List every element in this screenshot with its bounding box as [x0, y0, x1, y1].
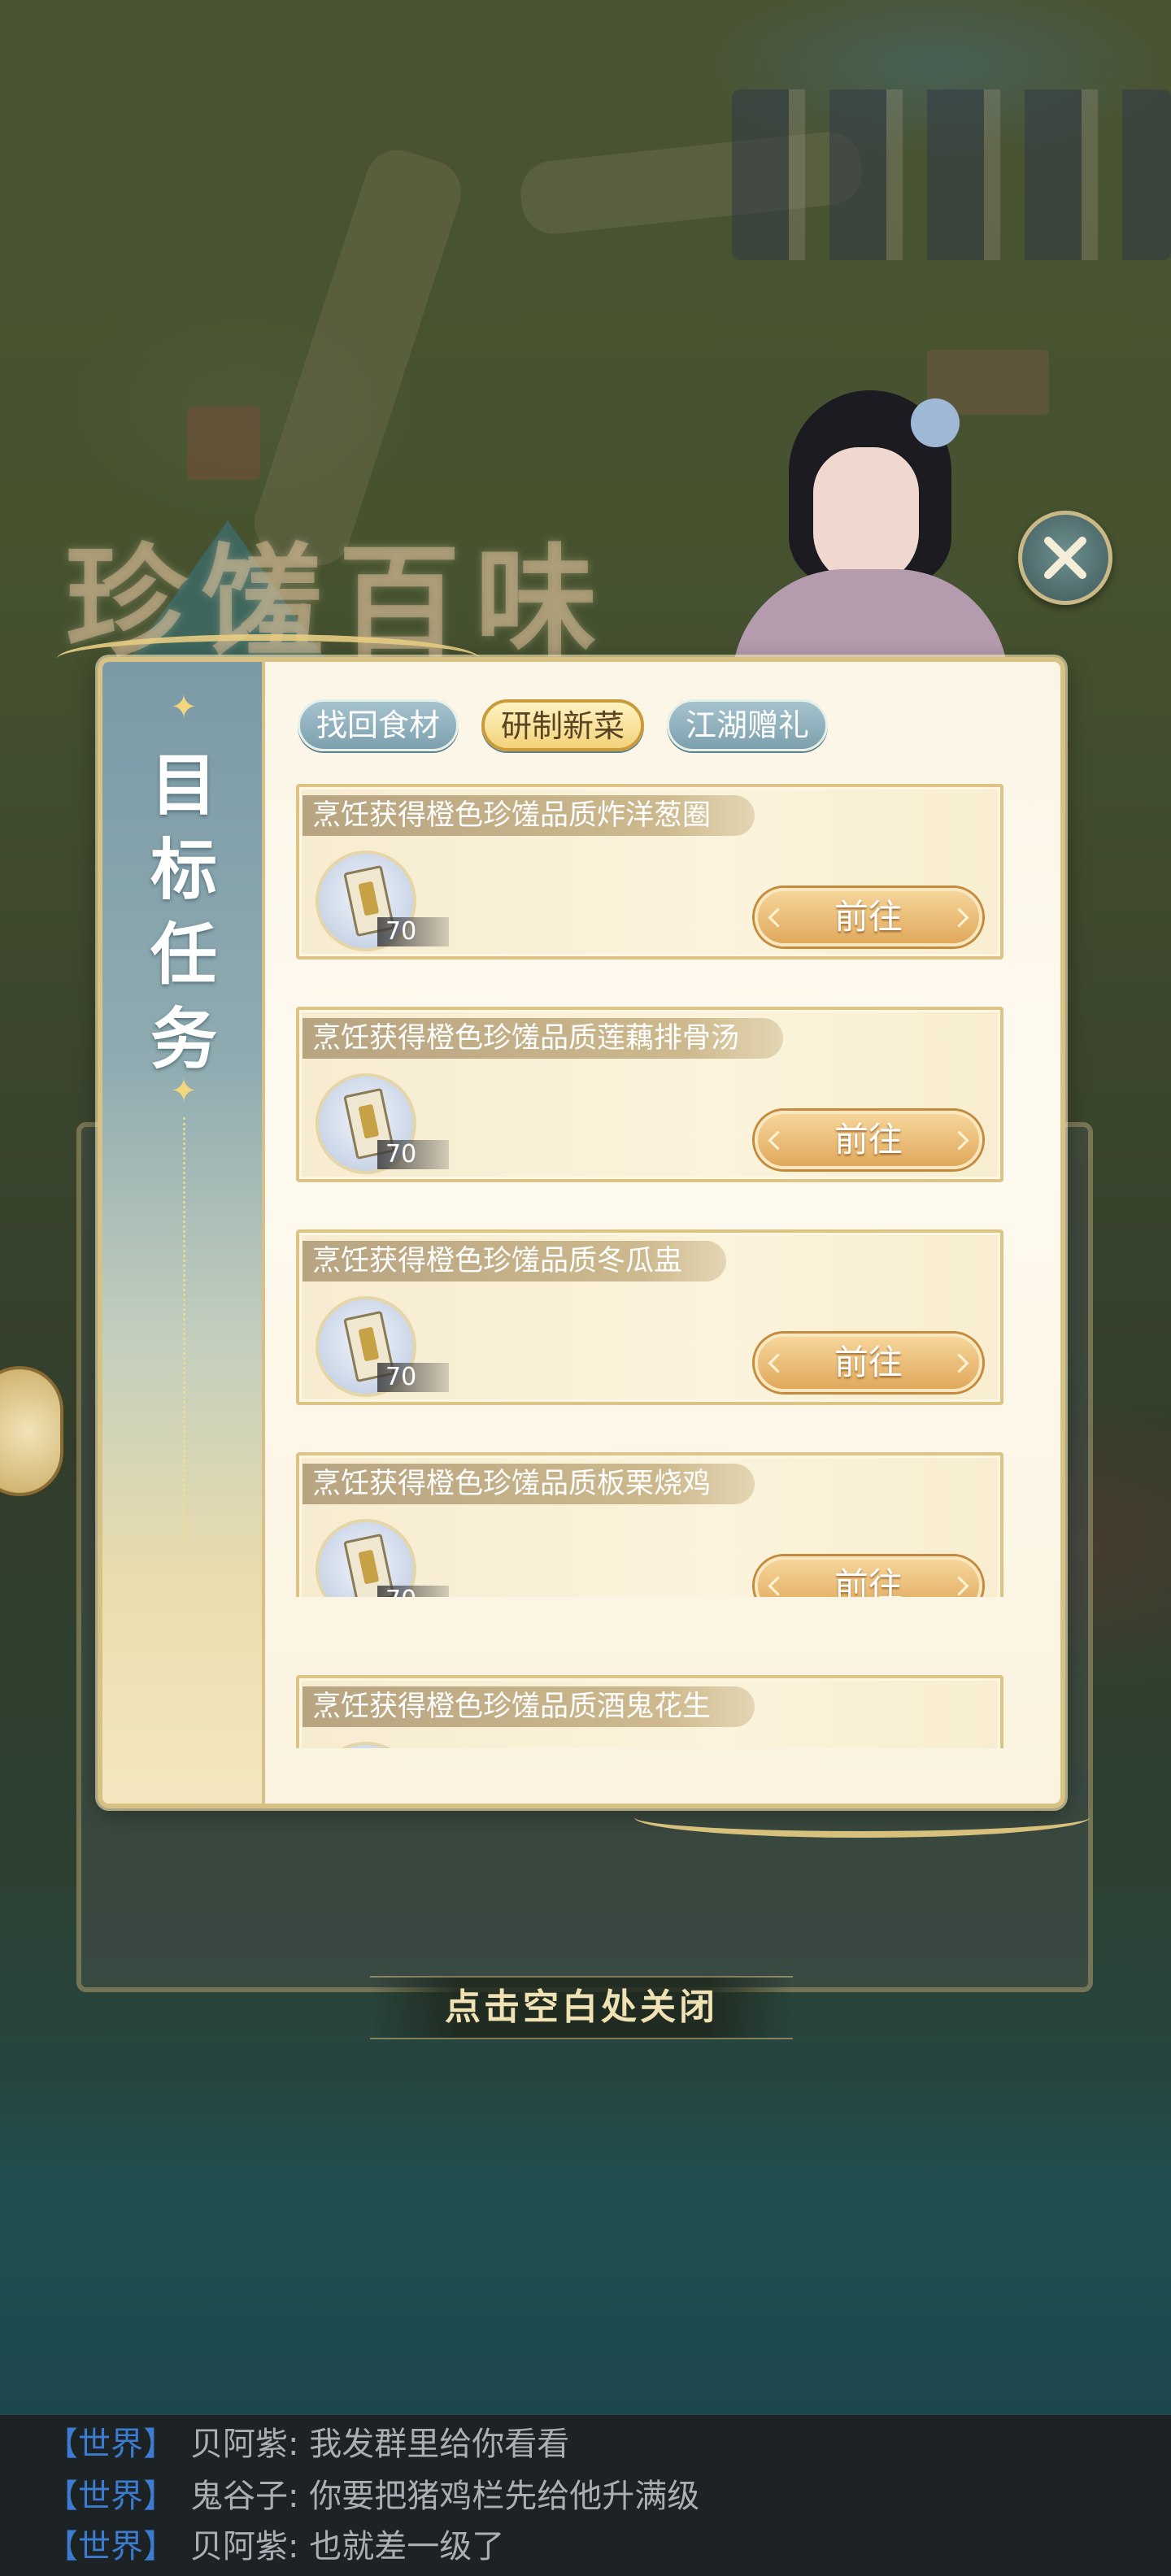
close-button[interactable] — [1018, 511, 1112, 605]
chat-channel: 【世界】 — [46, 2478, 176, 2515]
panel-side-strip: ✦ 目 标 任 务 ✦ — [102, 662, 265, 1804]
side-title: 目 标 任 务 — [102, 743, 265, 1081]
task-title: 烹饪获得橙色珍馐品质酒鬼花生 — [303, 1686, 755, 1727]
chat-sender[interactable]: 鬼谷子 — [190, 2478, 288, 2515]
world-chat[interactable]: 【世界】 贝阿紫: 我发群里给你看看 【世界】 鬼谷子: 你要把猪鸡栏先给他升满级 … — [0, 2415, 1171, 2576]
close-x-icon — [1044, 537, 1086, 579]
task-item: 烹饪获得橙色珍馐品质冬瓜盅 70 前往 — [296, 1229, 1003, 1405]
task-title: 烹饪获得橙色珍馐品质炸洋葱圈 — [303, 795, 755, 836]
tap-blank-to-close-hint: 点击空白处关闭 — [370, 1976, 793, 2039]
npc-lady-portrait — [716, 374, 1008, 707]
tab-find-ingredients[interactable]: 找回食材 — [298, 699, 459, 751]
sparkle-icon: ✦ — [170, 689, 198, 726]
reward-count: 70 — [377, 1363, 449, 1392]
reward-item[interactable] — [316, 1742, 416, 1748]
tab-bar: 找回食材 研制新菜 江湖赠礼 — [298, 699, 829, 751]
go-button[interactable]: 前往 — [755, 1334, 982, 1392]
chat-channel: 【世界】 — [46, 2528, 176, 2565]
reward-count: 70 — [377, 1586, 449, 1597]
sparkle-icon: ✦ — [170, 1073, 198, 1110]
go-button[interactable]: 前往 — [755, 888, 982, 946]
chat-channel: 【世界】 — [46, 2426, 176, 2463]
reward-count: 70 — [377, 1140, 449, 1169]
chat-message: 【世界】 贝阿紫: 我发群里给你看看 — [46, 2422, 569, 2467]
tab-new-dishes[interactable]: 研制新菜 — [481, 699, 645, 751]
chat-text: : 也就差一级了 — [288, 2528, 505, 2565]
task-list[interactable]: 烹饪获得橙色珍馐品质炸洋葱圈 70 前往 烹饪获得橙色珍馐品质莲藕排骨汤 70 … — [296, 784, 1012, 1597]
side-title-char: 务 — [150, 1000, 217, 1078]
hair-flower-icon — [911, 398, 960, 447]
go-button[interactable]: 前往 — [755, 1556, 982, 1597]
task-item: 烹饪获得橙色珍馐品质炸洋葱圈 70 前往 — [296, 784, 1003, 959]
side-title-char: 目 — [150, 746, 217, 825]
task-title: 烹饪获得橙色珍馐品质板栗烧鸡 — [303, 1464, 755, 1504]
tab-jianghu-gifts[interactable]: 江湖赠礼 — [667, 699, 829, 751]
gold-ribbon-decoration — [634, 1797, 1090, 1838]
side-title-char: 任 — [150, 916, 217, 994]
chat-text: : 你要把猪鸡栏先给他升满级 — [288, 2478, 700, 2515]
chat-sender[interactable]: 贝阿紫 — [190, 2426, 288, 2463]
task-title: 烹饪获得橙色珍馐品质莲藕排骨汤 — [303, 1018, 784, 1059]
task-item: 烹饪获得橙色珍馐品质酒鬼花生 — [296, 1675, 1003, 1748]
side-title-char: 标 — [150, 831, 217, 909]
task-item: 烹饪获得橙色珍馐品质板栗烧鸡 70 前往 — [296, 1452, 1003, 1597]
reward-count: 70 — [377, 917, 449, 946]
chat-message: 【世界】 鬼谷子: 你要把猪鸡栏先给他升满级 — [46, 2474, 699, 2519]
task-item: 烹饪获得橙色珍馐品质莲藕排骨汤 70 前往 — [296, 1007, 1003, 1182]
dotted-divider — [183, 1117, 185, 1540]
chat-text: : 我发群里给你看看 — [288, 2426, 570, 2463]
task-list-overflow: 烹饪获得橙色珍馐品质酒鬼花生 — [296, 1675, 1012, 1748]
task-panel: ✦ 目 标 任 务 ✦ 找回食材 研制新菜 江湖赠礼 烹饪获得橙色珍馐品质炸洋葱… — [98, 657, 1065, 1808]
go-button[interactable]: 前往 — [755, 1111, 982, 1169]
chat-sender[interactable]: 贝阿紫 — [190, 2528, 288, 2565]
side-chat-bubble-icon[interactable] — [0, 1366, 63, 1496]
task-title: 烹饪获得橙色珍馐品质冬瓜盅 — [303, 1241, 727, 1281]
chat-message: 【世界】 贝阿紫: 也就差一级了 — [46, 2524, 504, 2569]
